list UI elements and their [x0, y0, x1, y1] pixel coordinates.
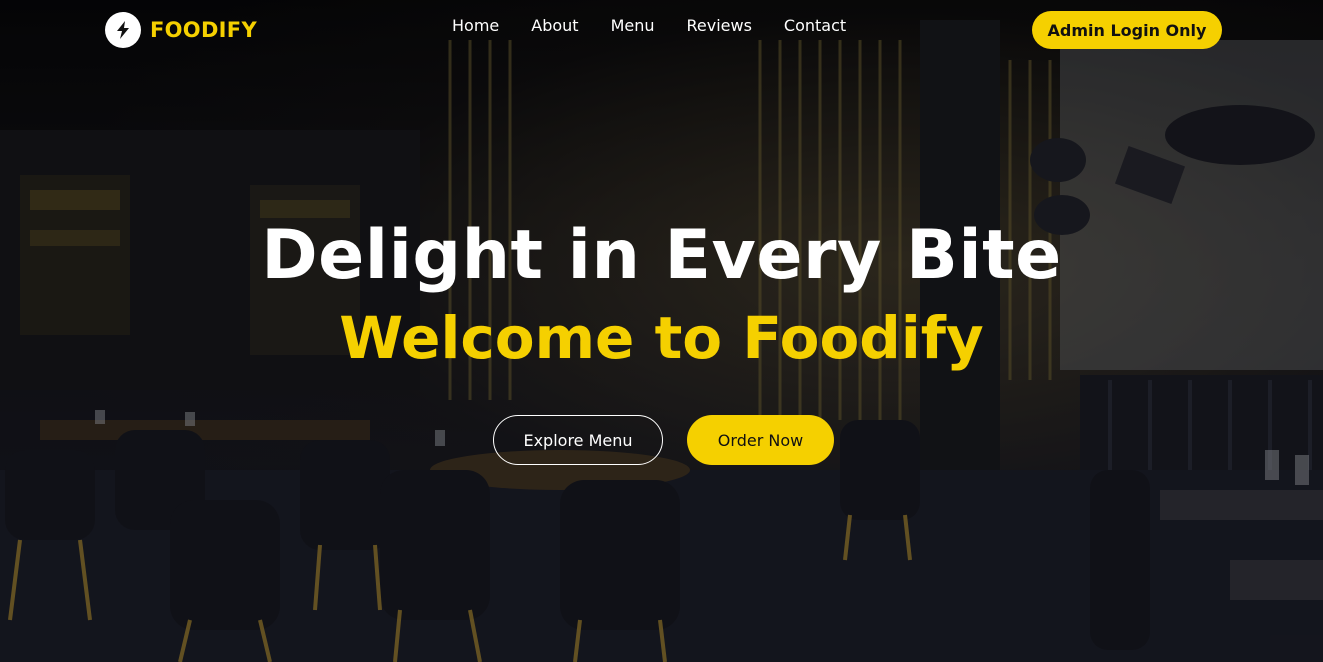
- admin-login-button[interactable]: Admin Login Only: [1032, 11, 1222, 49]
- top-navbar: FOODIFY Home About Menu Reviews Contact …: [0, 0, 1323, 60]
- nav-link-contact[interactable]: Contact: [784, 16, 846, 35]
- nav-link-about[interactable]: About: [531, 16, 578, 35]
- hero-subheadline: Welcome to Foodify: [339, 304, 984, 372]
- nav-link-menu[interactable]: Menu: [611, 16, 655, 35]
- hero-section: FOODIFY Home About Menu Reviews Contact …: [0, 0, 1323, 662]
- brand[interactable]: FOODIFY: [105, 12, 257, 48]
- bolt-icon: [105, 12, 141, 48]
- nav-link-home[interactable]: Home: [452, 16, 499, 35]
- hero-headline: Delight in Every Bite: [261, 216, 1062, 295]
- order-now-button[interactable]: Order Now: [687, 415, 834, 465]
- explore-menu-button[interactable]: Explore Menu: [493, 415, 663, 465]
- nav-links: Home About Menu Reviews Contact: [452, 16, 846, 35]
- nav-link-reviews[interactable]: Reviews: [687, 16, 752, 35]
- brand-name: FOODIFY: [150, 18, 257, 42]
